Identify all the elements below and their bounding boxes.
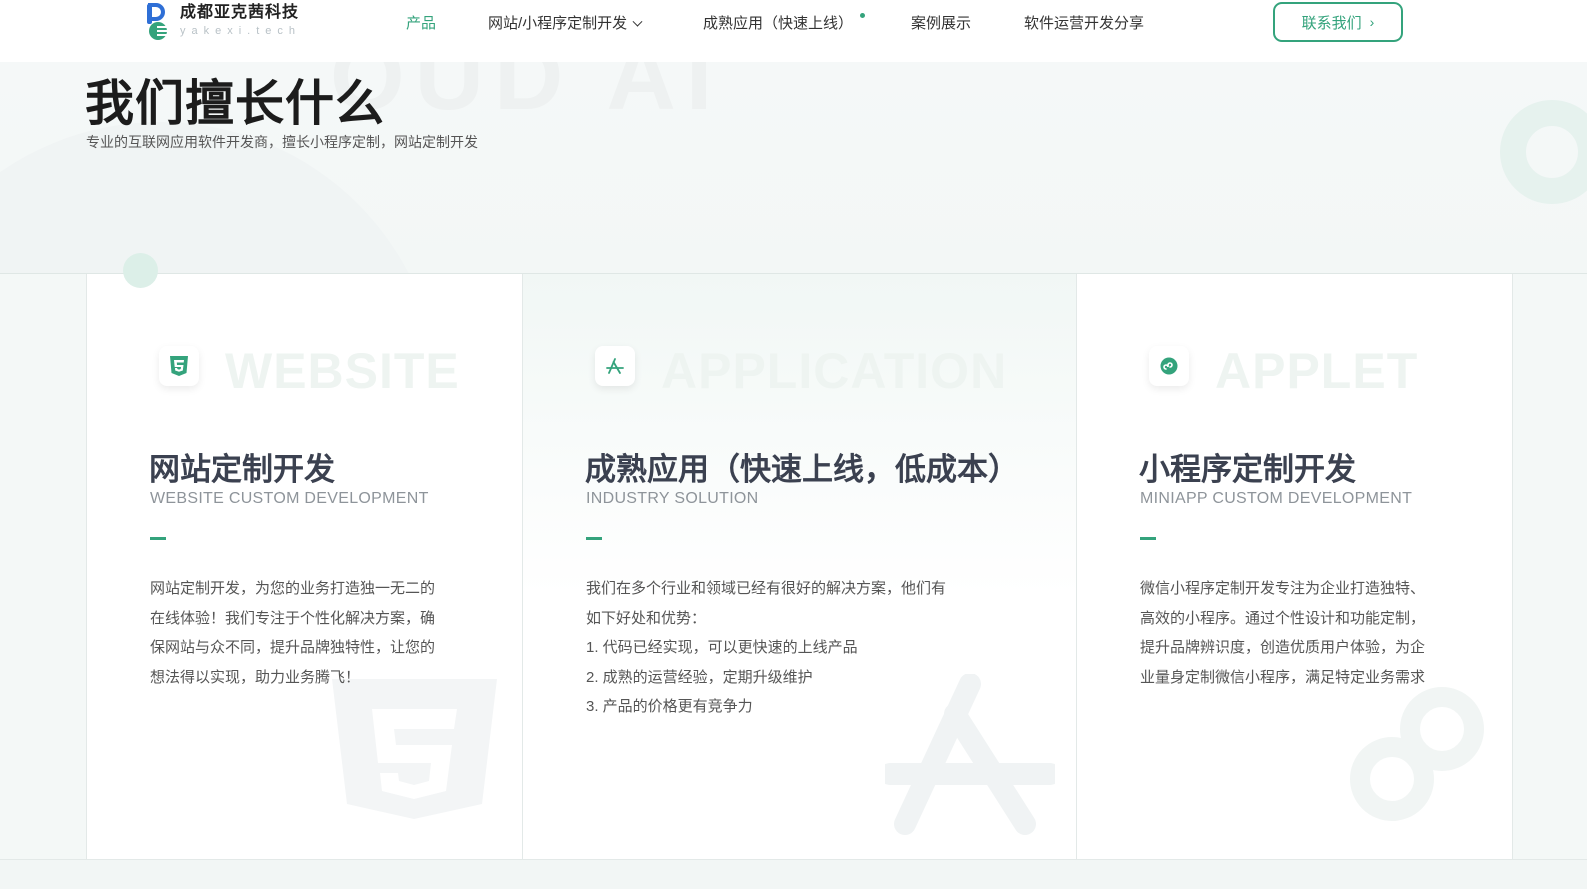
mini-program-background-icon	[1347, 684, 1487, 829]
card-subtitle: INDUSTRY SOLUTION	[586, 490, 759, 507]
html5-icon	[159, 346, 199, 386]
description-line: 业量身定制微信小程序，满足特定业务需求	[1140, 668, 1426, 686]
description-line: 微信小程序定制开发专注为企业打造独特、	[1140, 580, 1426, 597]
description-line: 2. 成熟的运营经验，定期升级维护	[586, 668, 813, 686]
card-title: 小程序定制开发	[1139, 452, 1356, 488]
card-title: 成熟应用（快速上线，低成本）	[585, 452, 1019, 488]
description-line: 高效的小程序。通过个性设计和功能定制，	[1140, 609, 1426, 627]
page-side-margin	[1513, 274, 1587, 859]
brand-name: 成都亚克茜科技	[180, 4, 300, 21]
nav-item-products[interactable]: 产品	[406, 12, 436, 33]
nav-item-mature-apps[interactable]: 成熟应用（快速上线）	[703, 12, 853, 33]
hero-watermark: OUD AI	[330, 62, 723, 130]
description-line: 如下好处和优势：	[586, 609, 707, 627]
description-line: 1. 代码已经实现，可以更快速的上线产品	[586, 639, 858, 657]
description-line: 我们在多个行业和领域已经有很好的解决方案，他们有	[586, 580, 947, 597]
decoration-circle	[123, 253, 158, 288]
brand-domain: yakexi.tech	[180, 25, 302, 37]
accent-dash	[586, 537, 602, 540]
app-store-icon	[595, 346, 635, 386]
contact-us-label: 联系我们	[1301, 14, 1362, 32]
card-subtitle: MINIAPP CUSTOM DEVELOPMENT	[1140, 490, 1413, 507]
description-line: 想法得以实现，助力业务腾飞！	[150, 668, 361, 686]
accent-dash	[1140, 537, 1156, 540]
nav-item-custom-development[interactable]: 网站/小程序定制开发	[488, 12, 643, 33]
card-subtitle: WEBSITE CUSTOM DEVELOPMENT	[150, 490, 429, 507]
description-line: 保网站与众不同，提升品牌独特性，让您的	[150, 639, 436, 657]
card-watermark: WEBSITE	[225, 343, 460, 399]
hero-section: OUD AI 我们擅长什么 专业的互联网应用软件开发商，擅长小程序定制，网站定制…	[0, 62, 1587, 274]
section-subtitle: 专业的互联网应用软件开发商，擅长小程序定制，网站定制开发	[86, 134, 478, 150]
chevron-right-icon: ›	[1369, 14, 1375, 30]
description-line: 网站定制开发，为您的业务打造独一无二的	[150, 580, 436, 597]
card-description: 我们在多个行业和领域已经有很好的解决方案，他们有 如下好处和优势： 1. 代码已…	[586, 574, 946, 722]
section-divider	[0, 273, 1587, 274]
service-card-application[interactable]: APPLICATION 成熟应用（快速上线，低成本） INDUSTRY SOLU…	[523, 274, 1077, 859]
description-line: 在线体验！我们专注于个性化解决方案，确	[150, 609, 436, 627]
chevron-down-icon	[632, 16, 643, 27]
nav-item-case-showcase[interactable]: 案例展示	[911, 12, 971, 33]
contact-us-button[interactable]: 联系我们 ›	[1273, 2, 1403, 42]
nav-item-custom-development-label: 网站/小程序定制开发	[488, 15, 628, 32]
card-title: 网站定制开发	[149, 452, 335, 488]
card-description: 网站定制开发，为您的业务打造独一无二的 在线体验！我们专注于个性化解决方案，确 …	[150, 574, 435, 692]
card-watermark: APPLET	[1215, 343, 1419, 399]
card-description: 微信小程序定制开发专注为企业打造独特、 高效的小程序。通过个性设计和功能定制， …	[1140, 574, 1425, 692]
mini-program-icon	[1149, 346, 1189, 386]
section-title: 我们擅长什么	[85, 75, 386, 132]
card-watermark: APPLICATION	[661, 343, 1008, 399]
nav-item-dev-sharing[interactable]: 软件运营开发分享	[1024, 12, 1144, 33]
service-cards: WEBSITE 网站定制开发 WEBSITE CUSTOM DEVELOPMEN…	[0, 274, 1587, 859]
brand-logo-icon	[147, 2, 171, 41]
description-line: 3. 产品的价格更有竞争力	[586, 698, 753, 716]
service-card-website[interactable]: WEBSITE 网站定制开发 WEBSITE CUSTOM DEVELOPMEN…	[86, 274, 523, 859]
html5-background-icon	[332, 679, 497, 824]
next-section-edge	[0, 859, 1587, 889]
service-card-applet[interactable]: APPLET 小程序定制开发 MINIAPP CUSTOM DEVELOPMEN…	[1077, 274, 1513, 859]
hero-decoration-ring	[1500, 100, 1587, 204]
brand-logo[interactable]: 成都亚克茜科技 yakexi.tech	[147, 2, 302, 41]
accent-dash	[150, 537, 166, 540]
description-line: 提升品牌辨识度，创造优质用户体验，为企	[1140, 639, 1426, 657]
new-badge-dot	[860, 13, 865, 18]
top-navigation-bar: 成都亚克茜科技 yakexi.tech 产品 网站/小程序定制开发 成熟应用（快…	[0, 0, 1587, 62]
